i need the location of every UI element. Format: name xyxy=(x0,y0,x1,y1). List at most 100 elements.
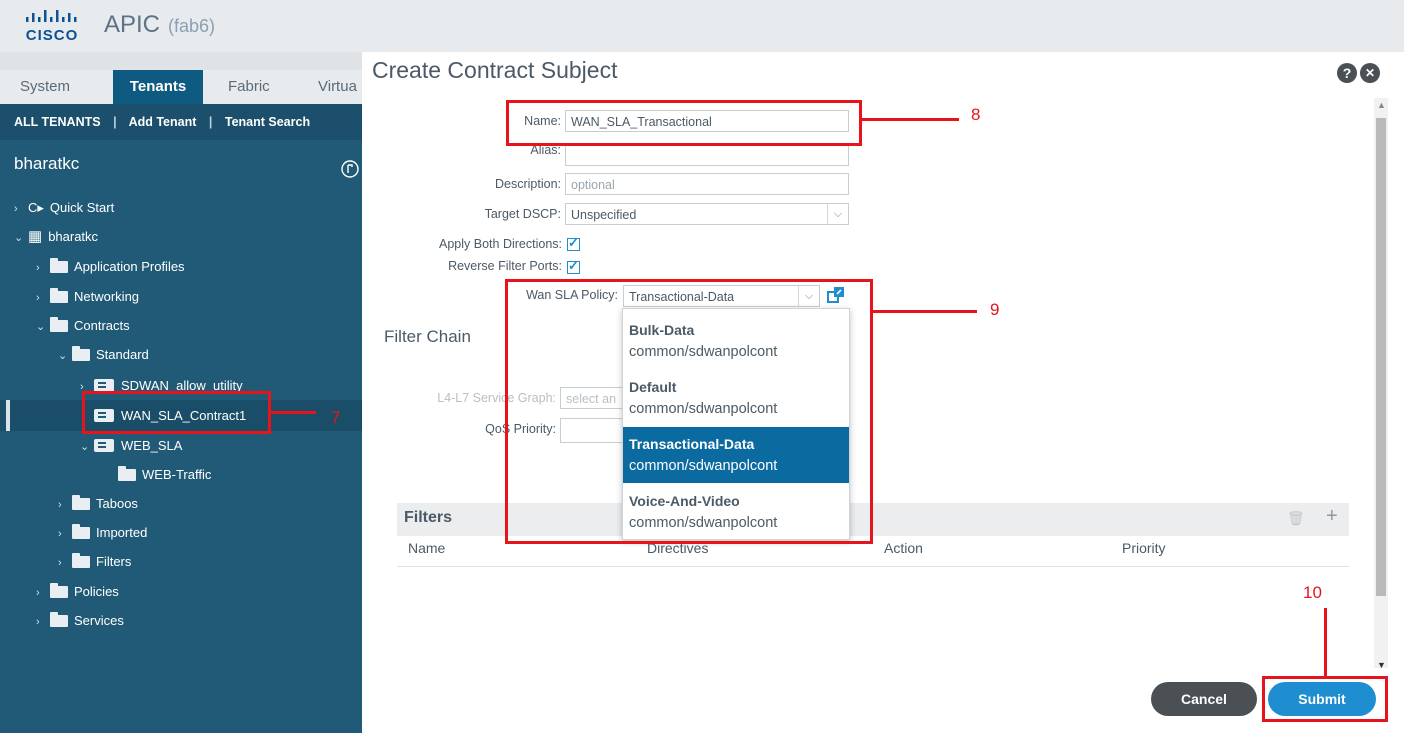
folder-icon xyxy=(50,316,68,332)
scroll-down-icon[interactable]: ▼ xyxy=(1377,660,1386,670)
chevron-right-icon: › xyxy=(14,203,18,215)
chevron-down-icon: ⌄ xyxy=(36,321,46,333)
tree-item-contracts[interactable]: ⌄ Contracts xyxy=(36,311,130,340)
close-icon[interactable]: ✕ xyxy=(1360,63,1380,83)
cancel-button[interactable]: Cancel xyxy=(1151,682,1257,716)
tree-label: Imported xyxy=(96,525,148,540)
target-dscp-value: Unspecified xyxy=(571,208,637,222)
filters-title: Filters xyxy=(404,509,453,526)
folder-icon xyxy=(72,523,90,539)
annotation-line-10 xyxy=(1324,608,1327,676)
dialog-title: Create Contract Subject xyxy=(372,57,618,83)
chevron-down-icon: ⌄ xyxy=(80,441,90,453)
target-dscp-select[interactable]: Unspecified ⌵ xyxy=(565,203,849,225)
chevron-right-icon: › xyxy=(58,528,62,540)
building-icon: ▦ xyxy=(28,228,43,245)
description-label: Description: xyxy=(495,177,561,191)
scrollbar-thumb[interactable] xyxy=(1376,118,1386,596)
apply-both-label: Apply Both Directions: xyxy=(439,237,562,251)
annotation-number-7: 7 xyxy=(331,408,341,427)
target-dscp-label: Target DSCP: xyxy=(484,207,561,221)
chevron-right-icon: › xyxy=(36,262,40,274)
add-icon[interactable]: + xyxy=(1326,505,1338,528)
folder-icon xyxy=(50,611,68,627)
chevron-down-icon[interactable]: ⌵ xyxy=(827,204,848,224)
tree-label: Application Profiles xyxy=(74,259,185,274)
alias-input[interactable] xyxy=(565,144,849,166)
annotation-line-8 xyxy=(862,118,959,121)
col-name[interactable]: Name xyxy=(408,540,445,556)
apply-both-checkbox[interactable] xyxy=(567,235,580,251)
selection-indicator xyxy=(6,400,10,431)
tree-item-web-traffic[interactable]: WEB-Traffic xyxy=(118,460,211,489)
tree-item-application-profiles[interactable]: › Application Profiles xyxy=(36,252,185,281)
chevron-right-icon: › xyxy=(36,587,40,599)
tree-item-taboos[interactable]: › Taboos xyxy=(58,489,138,518)
quick-start-icon: C▸ xyxy=(28,200,44,215)
tree-item-services[interactable]: › Services xyxy=(36,606,124,635)
annotation-number-8: 8 xyxy=(971,105,981,124)
annotation-number-10: 10 xyxy=(1303,583,1322,602)
tree-item-standard[interactable]: ⌄ Standard xyxy=(58,340,149,369)
annotation-box-8 xyxy=(506,100,862,146)
table-divider xyxy=(397,566,1349,567)
folder-icon xyxy=(50,287,68,303)
tab-virtual[interactable]: Virtua xyxy=(318,70,357,104)
chevron-right-icon: › xyxy=(58,557,62,569)
col-priority[interactable]: Priority xyxy=(1122,540,1166,556)
annotation-box-9 xyxy=(505,279,873,544)
fabric-name: (fab6) xyxy=(168,16,216,36)
tenant-search-link[interactable]: Tenant Search xyxy=(225,115,310,129)
tree-item-imported[interactable]: › Imported xyxy=(58,518,147,547)
app-name: APIC xyxy=(104,11,161,38)
tree-item-networking[interactable]: › Networking xyxy=(36,282,139,311)
all-tenants-link[interactable]: ALL TENANTS xyxy=(14,115,101,129)
tree-label: Taboos xyxy=(96,496,138,511)
chevron-right-icon: › xyxy=(36,292,40,304)
tree-label: Quick Start xyxy=(49,200,115,215)
app-title: APIC (fab6) xyxy=(104,11,215,39)
folder-icon xyxy=(72,552,90,568)
tree-label: Filters xyxy=(96,554,132,569)
top-tabs: System Tenants Fabric Virtua xyxy=(0,70,362,104)
scroll-up-icon[interactable]: ▲ xyxy=(1377,100,1386,110)
logo-text: CISCO xyxy=(25,27,79,44)
reverse-ports-checkbox[interactable] xyxy=(567,258,580,274)
tree-label: bharatkc xyxy=(48,229,99,244)
tenant-title: bharatkc xyxy=(14,154,80,173)
tab-tenants[interactable]: Tenants xyxy=(113,70,203,104)
annotation-box-7 xyxy=(82,391,271,434)
tree-label: WEB_SLA xyxy=(121,438,183,453)
tree-label: Services xyxy=(74,613,124,628)
tree-label: Networking xyxy=(74,289,140,304)
tab-fabric[interactable]: Fabric xyxy=(228,70,270,104)
cisco-bars-icon xyxy=(26,10,77,22)
chevron-right-icon: › xyxy=(58,499,62,511)
tab-system[interactable]: System xyxy=(20,70,70,104)
tree-item-filters[interactable]: › Filters xyxy=(58,547,131,576)
annotation-box-10 xyxy=(1262,676,1388,722)
chevron-down-icon: ⌄ xyxy=(14,232,24,244)
filter-chain-title: Filter Chain xyxy=(384,327,471,346)
annotation-line-7 xyxy=(271,411,316,414)
pin-icon[interactable] xyxy=(341,160,359,178)
folder-icon xyxy=(118,465,136,481)
add-tenant-link[interactable]: Add Tenant xyxy=(129,115,197,129)
col-action[interactable]: Action xyxy=(884,540,923,556)
annotation-line-9 xyxy=(873,310,977,313)
tree-item-web-sla[interactable]: ⌄ WEB_SLA xyxy=(80,431,182,460)
tree-item-policies[interactable]: › Policies xyxy=(36,577,119,606)
delete-icon[interactable]: 🗑 xyxy=(1287,510,1305,527)
tree-label: Contracts xyxy=(74,318,130,333)
tree-item-quick-start[interactable]: › C▸ Quick Start xyxy=(14,193,114,222)
annotation-number-9: 9 xyxy=(990,300,1000,319)
description-input[interactable]: optional xyxy=(565,173,849,195)
chevron-down-icon: ⌄ xyxy=(58,350,68,362)
cisco-logo[interactable]: CISCO xyxy=(22,10,82,46)
tree-label: Standard xyxy=(96,347,149,362)
tree-item-tenant[interactable]: ⌄ ▦ bharatkc xyxy=(14,222,98,251)
tree-label: Policies xyxy=(74,584,119,599)
chevron-right-icon: › xyxy=(36,616,40,628)
help-icon[interactable]: ? xyxy=(1337,63,1357,83)
tenant-subnav: ALL TENANTS | Add Tenant | Tenant Search xyxy=(0,104,362,140)
